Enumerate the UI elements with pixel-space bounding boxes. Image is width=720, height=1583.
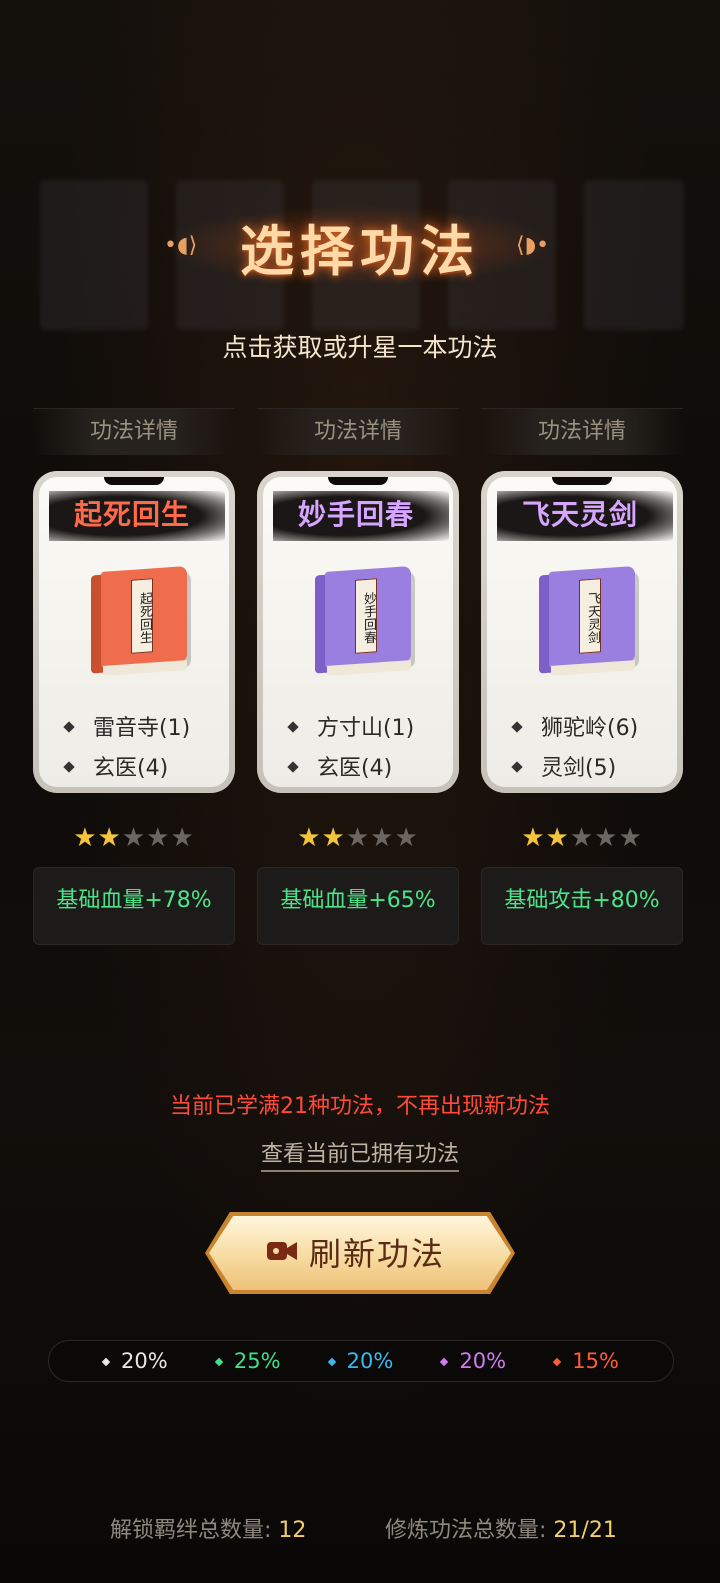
skill-book-icon: 妙手回春 (311, 565, 411, 679)
skill-detail-tab[interactable]: 功法详情 (257, 408, 459, 455)
star-empty-icon: ★ (394, 823, 419, 853)
rate-blue: 20% (327, 1349, 393, 1373)
star-filled-icon: ★ (545, 823, 570, 853)
skill-name: 妙手回春 (297, 498, 414, 531)
star-empty-icon: ★ (370, 823, 395, 853)
view-owned-skills-link[interactable]: 查看当前已拥有功法 (260, 1142, 459, 1172)
diamond-icon (440, 1357, 449, 1367)
skill-attribute: 狮驼岭(6) (511, 709, 638, 749)
book-title-label: 妙手回春 (355, 578, 377, 654)
quality-rate-bar: 20% 25% 20% 20% 15% (48, 1340, 674, 1382)
star-filled-icon: ★ (297, 823, 322, 853)
bullet-icon (287, 761, 299, 773)
skill-option-1: 功法详情 起死回生 起死回生 雷音寺(1) 玄医(4) ★★★★★ 基础血量+7… (33, 408, 235, 945)
footer-stats: 解锁羁绊总数量: 12 修炼功法总数量: 21/21 (0, 1512, 720, 1552)
skill-count: 修炼功法总数量: 21/21 (385, 1518, 617, 1543)
skill-bonus: 基础攻击+80% (481, 867, 683, 945)
skill-attribute: 方寸山(1) (287, 709, 414, 749)
star-empty-icon: ★ (594, 823, 619, 853)
star-filled-icon: ★ (73, 823, 98, 853)
skill-option-3: 功法详情 飞天灵剑 飞天灵剑 狮驼岭(6) 灵剑(5) ★★★★★ 基础攻击+8… (481, 408, 683, 945)
skill-attribute: 雷音寺(1) (63, 709, 190, 749)
skill-bonus: 基础血量+78% (33, 867, 235, 945)
title-ornament-left-icon: •◖⟩ (164, 233, 198, 258)
diamond-icon (101, 1357, 111, 1367)
star-rating: ★★★★★ (481, 823, 683, 853)
bullet-icon (287, 721, 299, 733)
rate-purple: 20% (440, 1349, 506, 1373)
star-empty-icon: ★ (146, 823, 171, 853)
book-title-label: 飞天灵剑 (579, 578, 601, 654)
page-subtitle: 点击获取或升星一本功法 (222, 333, 498, 362)
rate-green: 25% (214, 1349, 281, 1373)
star-empty-icon: ★ (345, 823, 371, 853)
skill-card[interactable]: 妙手回春 妙手回春 方寸山(1) 玄医(4) (257, 471, 459, 793)
diamond-icon (214, 1357, 224, 1367)
star-empty-icon: ★ (121, 823, 147, 853)
skill-attribute: 玄医(4) (63, 749, 190, 787)
skill-attribute: 灵剑(5) (511, 749, 638, 787)
diamond-icon (327, 1357, 336, 1367)
star-empty-icon: ★ (569, 823, 595, 853)
bullet-icon (511, 761, 523, 773)
book-title-label: 起死回生 (131, 578, 153, 654)
skill-card[interactable]: 起死回生 起死回生 雷音寺(1) 玄医(4) (33, 471, 235, 793)
bullet-icon (63, 761, 75, 773)
rate-orange: 15% (552, 1349, 619, 1373)
title-ornament-right-icon: ⟨◗• (516, 233, 550, 258)
skill-attributes: 方寸山(1) 玄医(4) (287, 709, 414, 787)
refresh-button-label: 刷新功法 (309, 1235, 446, 1273)
refresh-skills-button[interactable]: 刷新功法 (205, 1212, 515, 1294)
star-filled-icon: ★ (321, 823, 346, 853)
skill-book-icon: 飞天灵剑 (535, 565, 635, 679)
skill-detail-tab[interactable]: 功法详情 (481, 408, 683, 455)
star-filled-icon: ★ (521, 823, 546, 853)
bullet-icon (511, 721, 523, 733)
bond-count: 解锁羁绊总数量: 12 (110, 1518, 307, 1543)
rate-white: 20% (101, 1349, 168, 1373)
skill-attribute: 玄医(4) (287, 749, 414, 787)
skill-detail-tab[interactable]: 功法详情 (33, 408, 235, 455)
skill-card[interactable]: 飞天灵剑 飞天灵剑 狮驼岭(6) 灵剑(5) (481, 471, 683, 793)
view-owned-skills-link-wrap: 查看当前已拥有功法 (0, 1136, 720, 1172)
page-title: 选择功法 (240, 219, 480, 283)
skill-attributes: 狮驼岭(6) 灵剑(5) (511, 709, 638, 787)
skill-bonus: 基础血量+65% (257, 867, 459, 945)
skill-name: 起死回生 (73, 498, 190, 531)
star-empty-icon: ★ (170, 823, 195, 853)
skill-book-icon: 起死回生 (87, 565, 187, 679)
max-skills-notice: 当前已学满21种功法，不再出现新功法 (170, 1094, 550, 1119)
star-empty-icon: ★ (618, 823, 643, 853)
title-area: •◖⟩ 选择功法 ⟨◗• (0, 195, 720, 295)
star-rating: ★★★★★ (257, 823, 459, 853)
star-filled-icon: ★ (97, 823, 122, 853)
skill-attributes: 雷音寺(1) 玄医(4) (63, 709, 190, 787)
video-camera-icon (267, 1242, 297, 1260)
diamond-icon (552, 1357, 562, 1367)
skill-option-2: 功法详情 妙手回春 妙手回春 方寸山(1) 玄医(4) ★★★★★ 基础血量+6… (257, 408, 459, 945)
star-rating: ★★★★★ (33, 823, 235, 853)
skill-name: 飞天灵剑 (521, 498, 638, 531)
bullet-icon (63, 721, 75, 733)
